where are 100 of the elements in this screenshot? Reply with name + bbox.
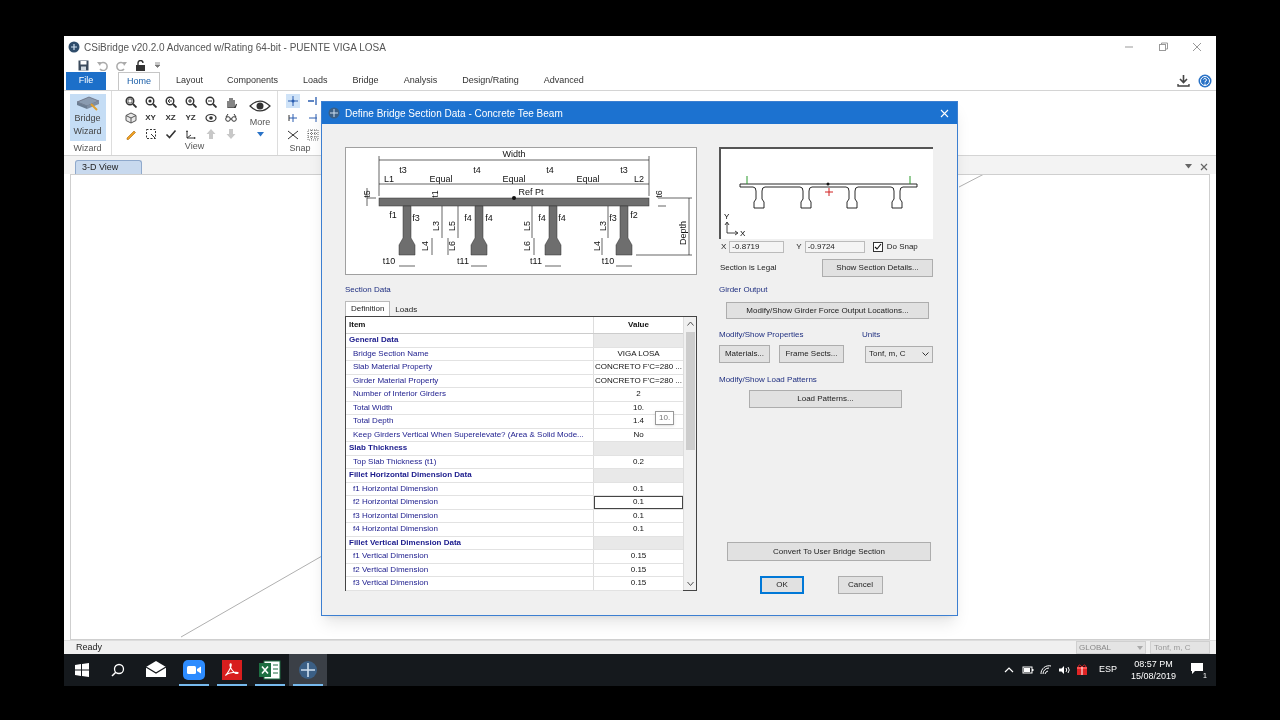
- scroll-down-icon[interactable]: [686, 581, 694, 586]
- ribbon-tab[interactable]: Bridge: [344, 72, 387, 90]
- table-cell[interactable]: CONCRETO F'C=280 ...: [594, 361, 683, 374]
- save-icon[interactable]: [78, 59, 89, 71]
- dimension-label: t11: [457, 256, 469, 266]
- view-plane-button[interactable]: XY: [144, 111, 157, 124]
- ribbon-tab[interactable]: Layout: [168, 72, 212, 90]
- scrollbar-thumb[interactable]: [685, 332, 695, 450]
- snap-grid-icon[interactable]: [307, 129, 319, 141]
- ok-button[interactable]: OK: [760, 576, 804, 594]
- table-cell[interactable]: No: [594, 428, 683, 441]
- dimension-label: Ref Pt: [518, 187, 544, 197]
- dimension-label: f2: [630, 210, 638, 220]
- ribbon-tab[interactable]: Components: [219, 72, 287, 90]
- x-coordinate-field[interactable]: -0.8719: [729, 240, 785, 253]
- scroll-up-icon[interactable]: [686, 321, 694, 326]
- lock-icon[interactable]: [135, 59, 146, 71]
- table-cell: f1 Vertical Dimension: [346, 550, 594, 563]
- ribbon-tab[interactable]: Home: [118, 72, 160, 90]
- properties-button[interactable]: Frame Sects...: [779, 345, 844, 363]
- glasses-icon[interactable]: [224, 111, 237, 124]
- field-label: Y: [796, 240, 802, 253]
- table-cell[interactable]: 0.2: [594, 455, 683, 468]
- snap-intersection-icon[interactable]: [307, 112, 319, 124]
- view-plane-button[interactable]: XZ: [164, 111, 177, 124]
- ribbon-tab[interactable]: Analysis: [395, 72, 446, 90]
- properties-button[interactable]: Materials...: [719, 345, 770, 363]
- close-view-icon[interactable]: [1200, 163, 1208, 171]
- taskbar-date[interactable]: 15/08/2019: [1130, 670, 1176, 682]
- table-cell[interactable]: VIGA LOSA: [594, 347, 683, 360]
- load-patterns-button[interactable]: Load Patterns...: [749, 390, 902, 408]
- table-cell[interactable]: CONCRETO F'C=280 ...: [594, 374, 683, 387]
- taskbar-app-button[interactable]: [289, 654, 327, 686]
- checkbox[interactable]: [872, 241, 883, 252]
- vertical-scrollbar[interactable]: [683, 317, 696, 590]
- cube-icon[interactable]: [124, 111, 137, 124]
- table-cell[interactable]: 2: [594, 388, 683, 401]
- selection-box-icon[interactable]: [144, 127, 157, 140]
- wifi-icon[interactable]: [1039, 665, 1052, 675]
- help-icon[interactable]: [1198, 74, 1212, 88]
- bridge-wand-icon: [74, 94, 101, 112]
- units-dropdown[interactable]: Tonf, m, C: [865, 345, 933, 363]
- view-plane-button[interactable]: YZ: [184, 111, 197, 124]
- table-cell: f4 Horizontal Dimension: [346, 523, 594, 536]
- zoom-all-icon[interactable]: [144, 95, 157, 108]
- start-icon[interactable]: [75, 663, 89, 677]
- show-hidden-icons-icon[interactable]: [1003, 666, 1014, 674]
- table-cell[interactable]: 10.: [594, 401, 683, 414]
- ribbon-tab[interactable]: Loads: [295, 72, 336, 90]
- snap-middle-icon[interactable]: [287, 112, 299, 124]
- dimension-label: L5: [522, 221, 532, 231]
- restore-icon[interactable]: [1158, 42, 1168, 52]
- view-tab[interactable]: 3-D View: [75, 160, 142, 174]
- table-cell[interactable]: 0.1: [594, 509, 683, 522]
- dimension-label: L6: [447, 241, 457, 251]
- check-icon[interactable]: [164, 127, 177, 140]
- video-call-icon: [182, 659, 206, 681]
- snap-perpendicular-icon[interactable]: [287, 129, 299, 141]
- reference-point: [826, 182, 830, 186]
- cursor-marker-icon: [824, 187, 834, 197]
- ribbon-tab[interactable]: Advanced: [535, 72, 592, 90]
- zoom-window-icon[interactable]: [124, 95, 137, 108]
- download-icon[interactable]: [1177, 74, 1190, 87]
- dimension-label: L1: [384, 174, 394, 184]
- girder-output-button[interactable]: Modify/Show Girder Force Output Locations...: [726, 302, 929, 319]
- cancel-button[interactable]: Cancel: [838, 576, 883, 594]
- app-logo-icon: [68, 41, 80, 53]
- zoom-in-icon[interactable]: [184, 95, 197, 108]
- snap-point-icon[interactable]: [287, 95, 299, 107]
- bridge-wizard-button[interactable]: Bridge Wizard: [69, 94, 106, 141]
- table-cell[interactable]: 0.1: [594, 496, 683, 509]
- rotate-view-icon[interactable]: [204, 111, 217, 124]
- table-cell[interactable]: 0.1: [594, 523, 683, 536]
- caret-icon: [922, 352, 929, 356]
- battery-icon[interactable]: [1021, 665, 1034, 675]
- file-menu-button[interactable]: File: [66, 72, 106, 90]
- y-coordinate-field[interactable]: -0.9724: [804, 240, 865, 253]
- dimension-label: Equal: [576, 174, 600, 184]
- show-section-details-button[interactable]: Show Section Details...: [822, 259, 933, 277]
- taskbar-time[interactable]: 08:57 PM: [1134, 658, 1173, 670]
- table-cell[interactable]: 0.15: [594, 577, 683, 590]
- dropdown-caret-icon[interactable]: [1185, 164, 1192, 169]
- table-cell[interactable]: 0.15: [594, 563, 683, 576]
- checkbox-label[interactable]: Do Snap: [886, 240, 918, 253]
- search-icon[interactable]: [111, 663, 125, 677]
- gift-icon[interactable]: [1075, 664, 1088, 676]
- zoom-previous-icon[interactable]: [164, 95, 177, 108]
- convert-button[interactable]: Convert To User Bridge Section: [727, 542, 931, 561]
- ribbon-tab[interactable]: Design/Rating: [454, 72, 527, 90]
- close-icon[interactable]: [1192, 42, 1202, 52]
- zoom-out-icon[interactable]: [204, 95, 217, 108]
- volume-icon[interactable]: [1057, 665, 1070, 675]
- language-indicator[interactable]: ESP: [1098, 663, 1117, 677]
- more-button[interactable]: More: [249, 95, 271, 140]
- table-cell[interactable]: 0.15: [594, 550, 683, 563]
- table-cell: f2 Horizontal Dimension: [346, 496, 594, 509]
- table-cell[interactable]: 0.1: [594, 482, 683, 495]
- snap-end-icon[interactable]: [307, 95, 319, 107]
- customize-toolbar-icon[interactable]: [154, 62, 161, 68]
- section-tab[interactable]: Definition: [345, 301, 391, 316]
